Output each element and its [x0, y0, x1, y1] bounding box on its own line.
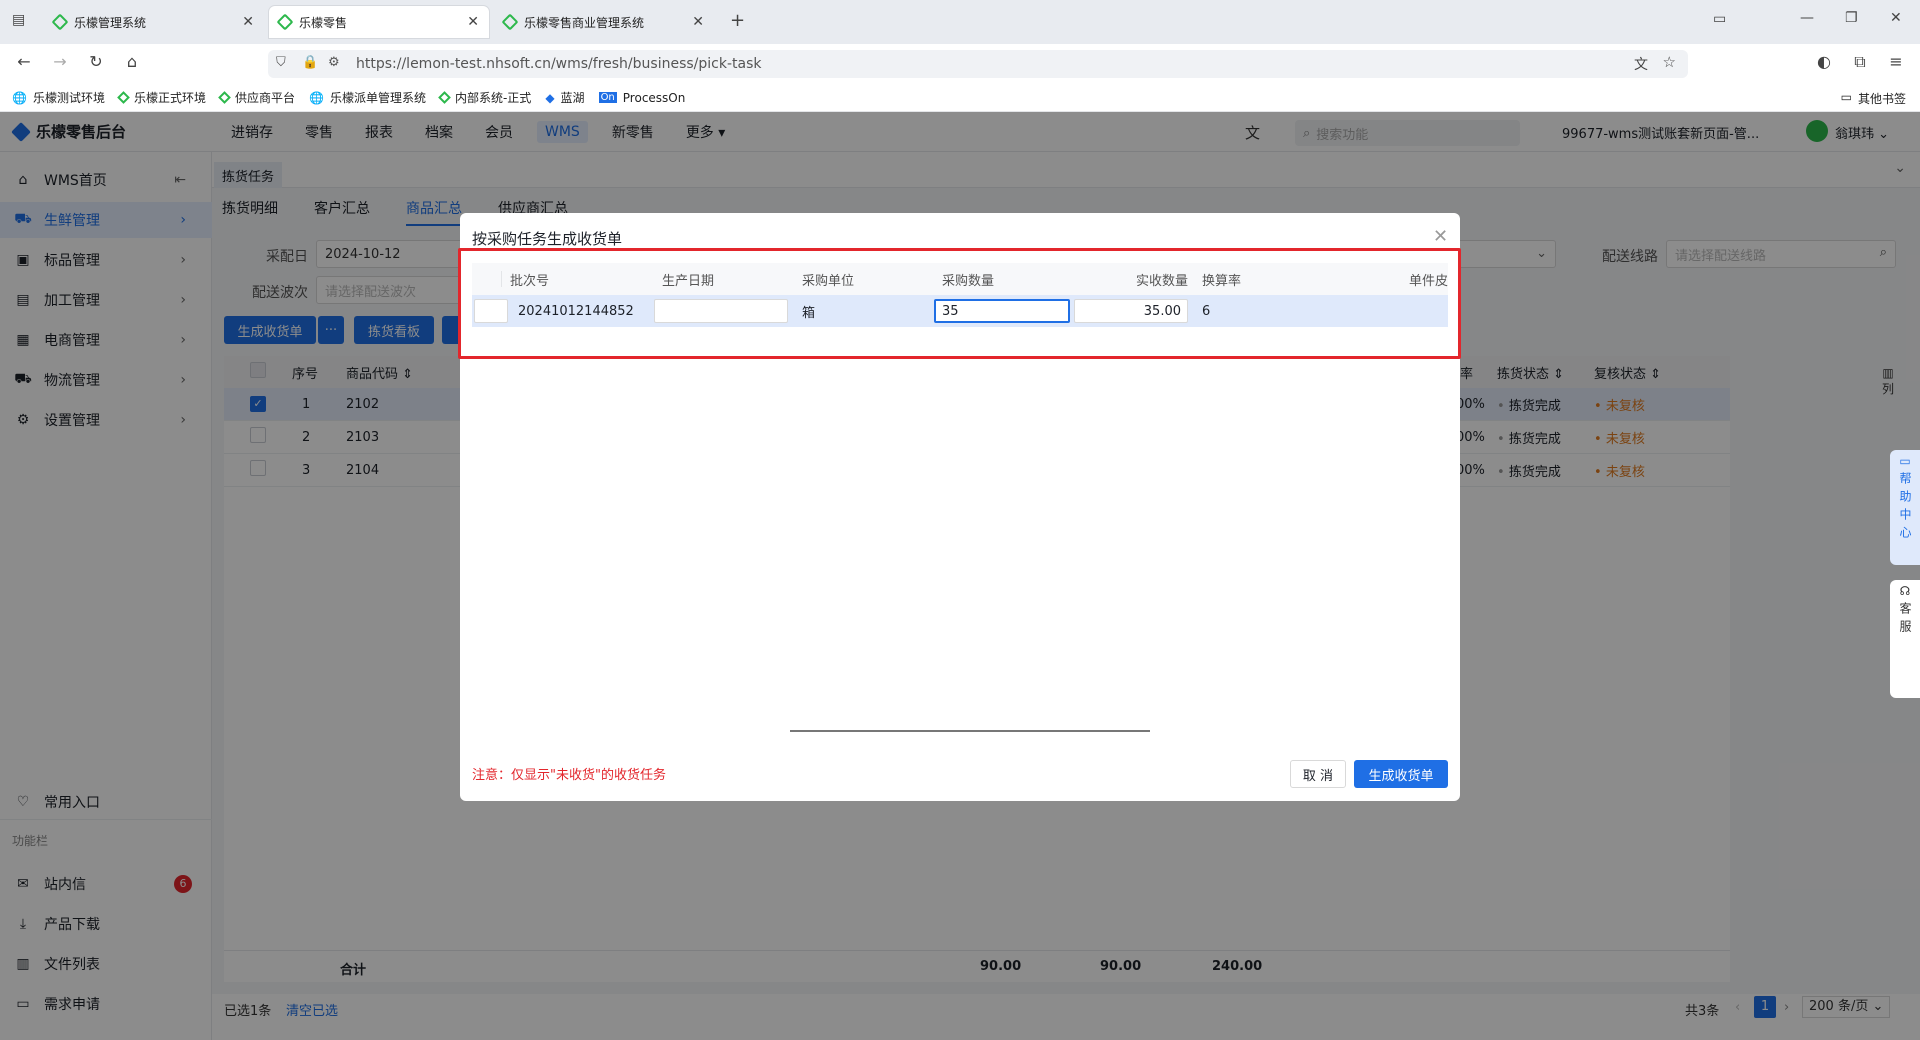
close-window-icon[interactable]: ✕ — [1890, 10, 1902, 26]
chat-icon: ▭ — [1899, 454, 1911, 468]
bookmark-favicon-icon — [438, 91, 451, 104]
minimize-icon[interactable]: — — [1800, 10, 1814, 26]
highlight-box — [458, 248, 1461, 359]
customer-service-button[interactable]: ☊ 客服 — [1890, 580, 1920, 698]
browser-tab-bar: ▤ 乐檬管理系统 ✕ 乐檬零售 ✕ 乐檬零售商业管理系统 ✕ + ▭ — ❐ ✕ — [0, 0, 1920, 44]
headset-icon: ☊ — [1899, 584, 1911, 598]
tab-favicon-icon — [276, 13, 294, 31]
close-icon[interactable]: ✕ — [1433, 226, 1448, 247]
globe-icon: 🌐 — [12, 90, 27, 105]
tab-list-icon[interactable]: ▤ — [12, 12, 25, 28]
browser-tab-3[interactable]: 乐檬零售商业管理系统 ✕ — [494, 6, 714, 38]
url-text: https://lemon-test.nhsoft.cn/wms/fresh/b… — [356, 56, 762, 72]
folder-icon: ▭ — [1840, 90, 1852, 104]
bookmark-item[interactable]: 乐檬正式环境 — [117, 89, 206, 106]
modal-title: 按采购任务生成收货单 — [472, 230, 623, 248]
bookmark-item[interactable]: 供应商平台 — [218, 89, 295, 106]
help-center-button[interactable]: ▭ 帮助中心 — [1890, 450, 1920, 565]
bookmarks-bar: 🌐 乐檬测试环境 乐檬正式环境 供应商平台 🌐 乐檬派单管理系统 内部系统-正式 ◆… — [0, 84, 1920, 112]
reload-icon[interactable]: ↻ — [84, 52, 108, 71]
globe-icon: 🌐 — [309, 90, 324, 105]
close-tab-icon[interactable]: ✕ — [692, 14, 704, 30]
tab-favicon-icon — [501, 13, 519, 31]
lock-icon: 🔒 — [302, 55, 319, 70]
menu-icon[interactable]: ≡ — [1884, 52, 1908, 71]
browser-tab-1[interactable]: 乐檬管理系统 ✕ — [44, 6, 264, 38]
bookmark-favicon-icon — [117, 91, 130, 104]
bookmark-item[interactable]: On ProcessOn — [598, 91, 685, 105]
back-icon[interactable]: ← — [12, 52, 36, 71]
translate-icon[interactable]: 文 — [1634, 54, 1648, 74]
horizontal-scrollbar[interactable] — [790, 730, 1150, 732]
new-tab-icon[interactable]: + — [730, 10, 745, 31]
bookmark-item[interactable]: 🌐 乐檬测试环境 — [12, 89, 105, 106]
other-bookmarks[interactable]: ▭ 其他书签 — [1841, 90, 1906, 107]
lanhu-icon: ◆ — [545, 90, 555, 105]
tab-title: 乐檬零售 — [299, 15, 348, 30]
restore-icon[interactable]: ❐ — [1845, 10, 1858, 26]
url-bar[interactable]: ⛉ 🔒 ⚙ https://lemon-test.nhsoft.cn/wms/f… — [268, 50, 1688, 78]
bookmark-item[interactable]: 🌐 乐檬派单管理系统 — [309, 89, 426, 106]
processon-icon: On — [598, 92, 617, 103]
forward-icon[interactable]: → — [48, 52, 72, 71]
bookmark-item[interactable]: ◆ 蓝湖 — [545, 89, 584, 106]
permissions-icon: ⚙ — [328, 55, 340, 70]
tab-favicon-icon — [51, 13, 69, 31]
tab-title: 乐檬零售商业管理系统 — [524, 15, 645, 30]
bookmark-star-icon[interactable]: ☆ — [1663, 53, 1676, 71]
extensions-icon[interactable]: ⧉ — [1848, 52, 1872, 72]
tab-view-icon[interactable]: ▭ — [1713, 11, 1726, 27]
cancel-button[interactable]: 取 消 — [1290, 760, 1346, 788]
tab-title: 乐檬管理系统 — [74, 15, 147, 30]
profile-icon[interactable]: ◐ — [1812, 52, 1836, 71]
shield-icon: ⛉ — [276, 55, 286, 70]
bookmark-favicon-icon — [218, 91, 231, 104]
close-tab-icon[interactable]: ✕ — [467, 14, 479, 30]
browser-tab-2[interactable]: 乐檬零售 ✕ — [269, 6, 489, 38]
create-receipt-button[interactable]: 生成收货单 — [1354, 760, 1448, 788]
modal-note: 注意：仅显示"未收货"的收货任务 — [472, 768, 666, 783]
bookmark-item[interactable]: 内部系统-正式 — [438, 89, 531, 106]
home-icon[interactable]: ⌂ — [120, 52, 144, 71]
close-tab-icon[interactable]: ✕ — [242, 14, 254, 30]
